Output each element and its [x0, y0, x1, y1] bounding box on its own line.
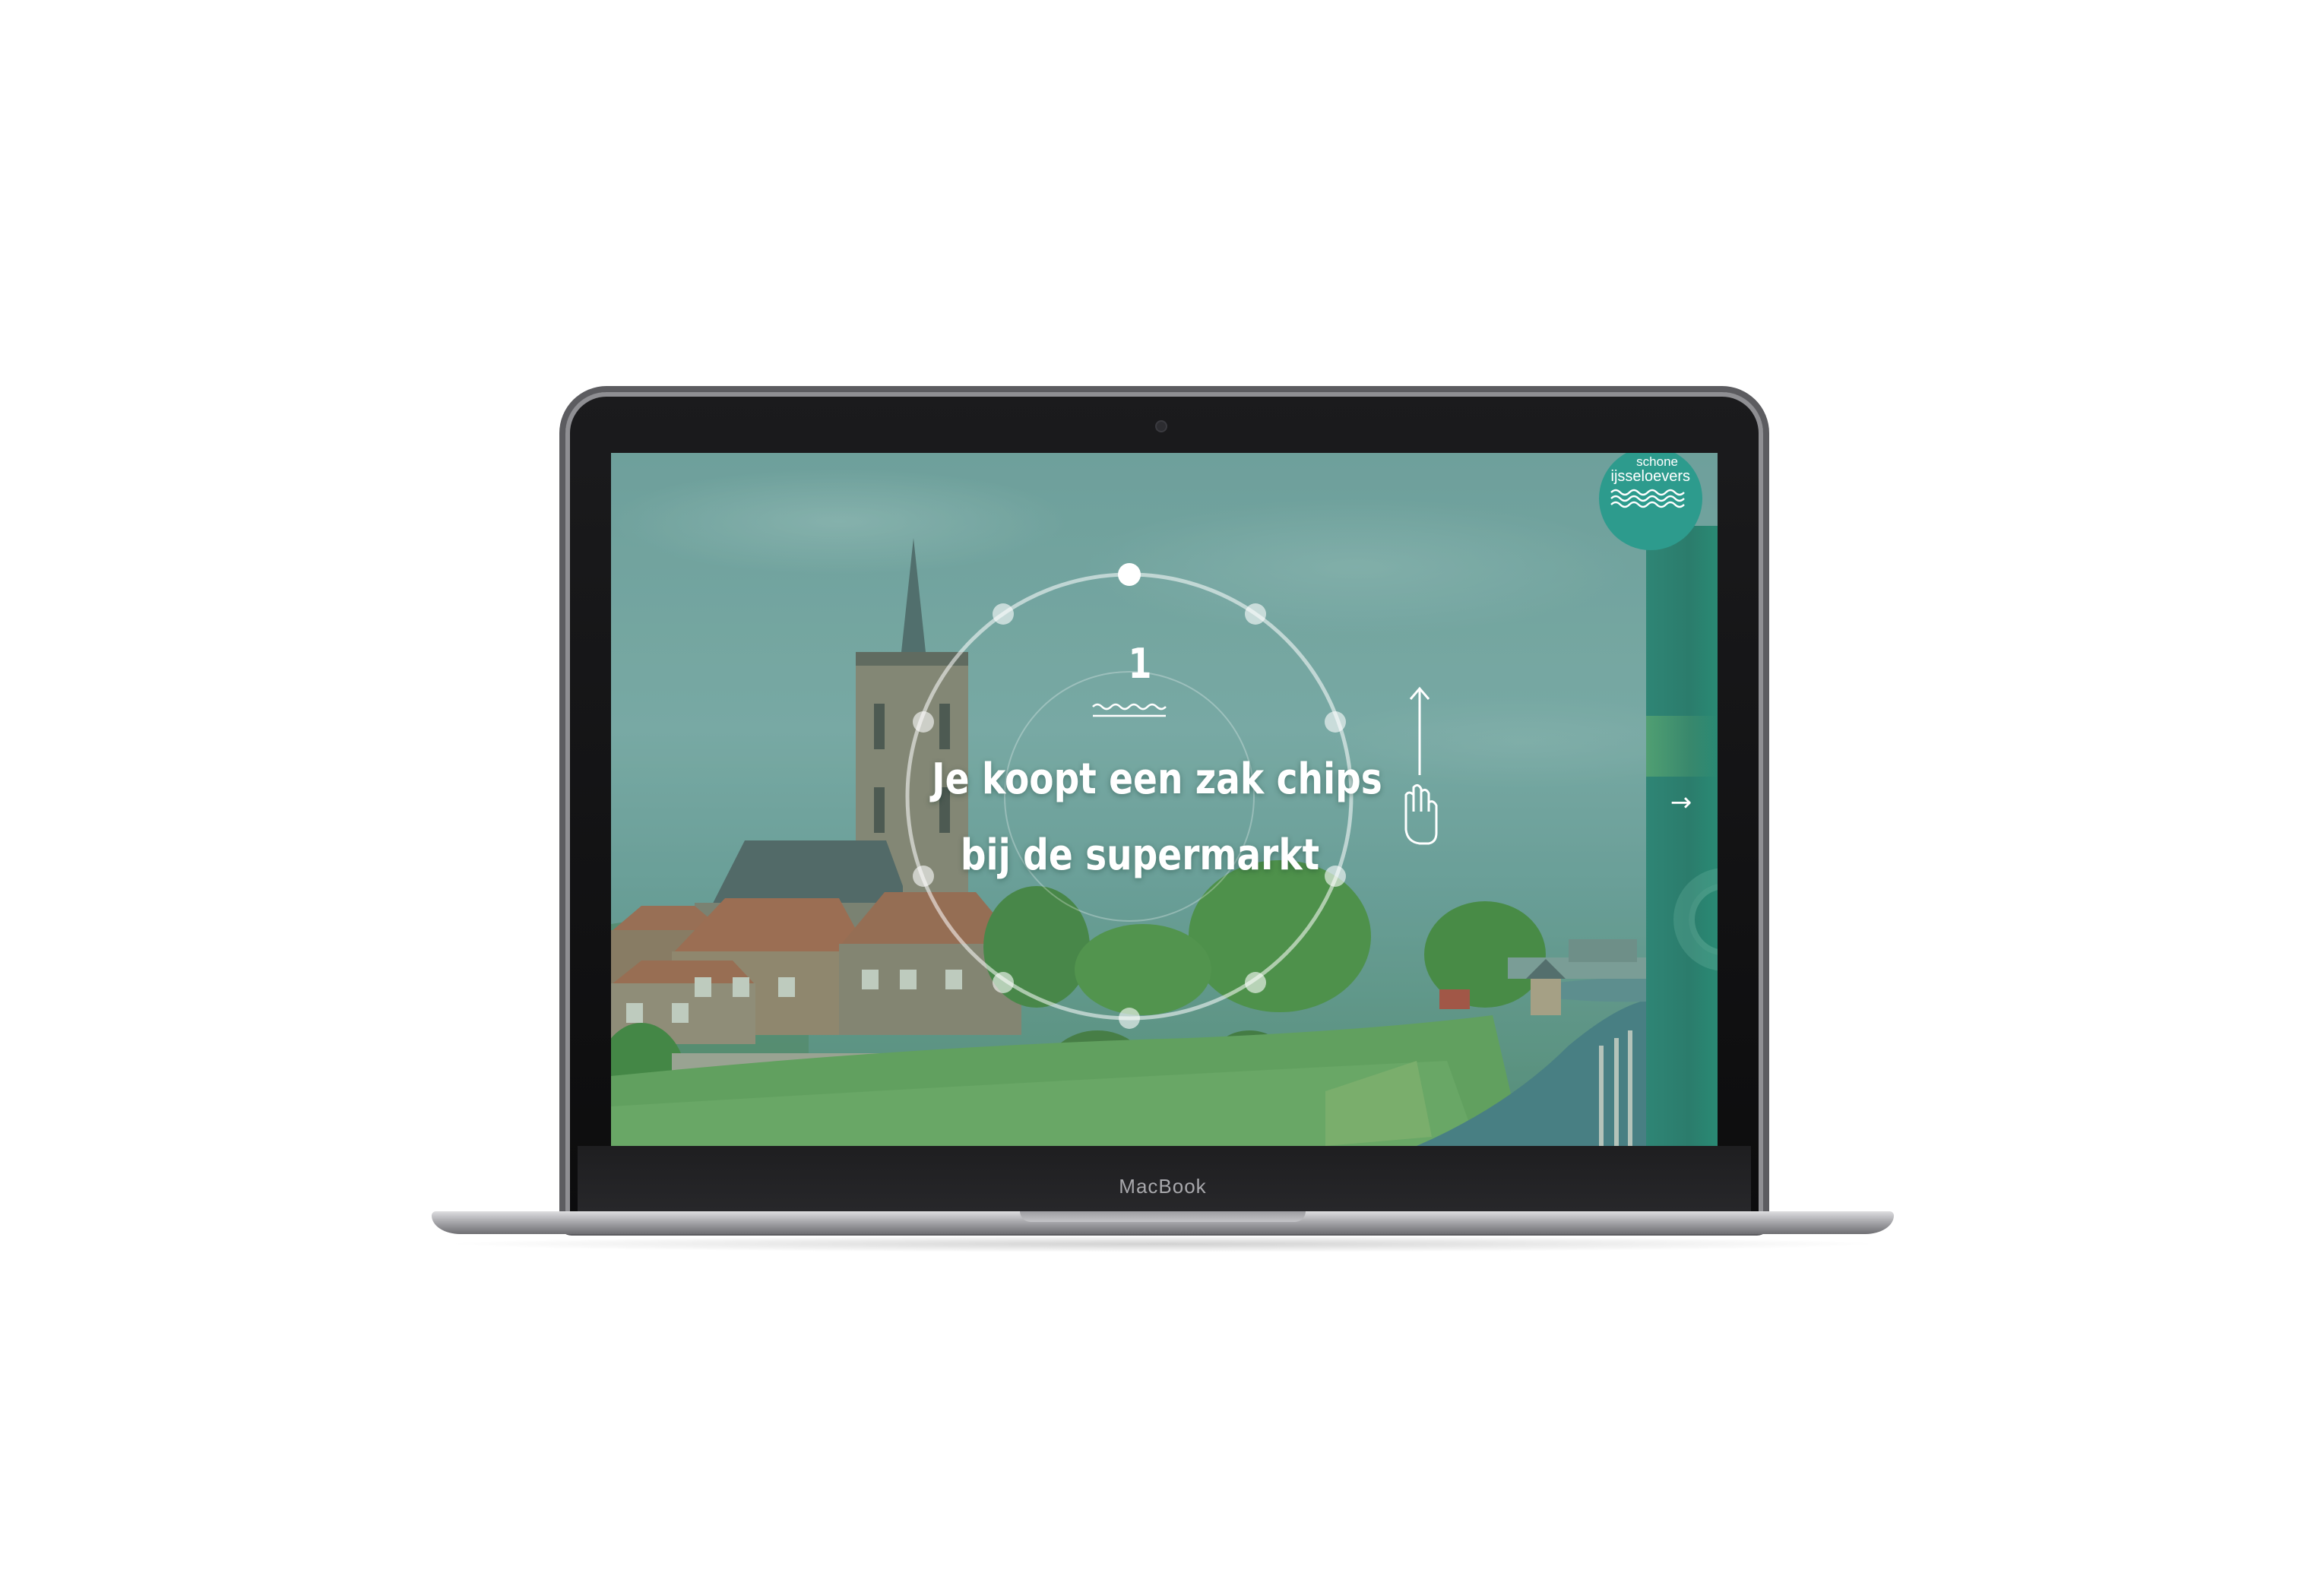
- slide-headline: Je koopt een zak chips bij de supermarkt: [892, 742, 1388, 894]
- laptop-shadow: [441, 1236, 1885, 1252]
- step-dot: [993, 603, 1014, 625]
- waves-icon: [1092, 703, 1167, 717]
- arrow-up-icon: [1409, 686, 1430, 775]
- step-dot: [1325, 711, 1346, 733]
- step-dot: [1245, 972, 1266, 993]
- laptop-brand-label: MacBook: [1119, 1175, 1207, 1198]
- webcam: [1157, 422, 1166, 431]
- step-dot: [993, 972, 1014, 993]
- headline-line-1: Je koopt een zak chips: [932, 755, 1382, 804]
- step-dot: [1119, 1008, 1140, 1029]
- headline-line-2: bij de supermarkt: [960, 831, 1320, 880]
- step-dot: [913, 711, 934, 733]
- laptop-screen: → schone ijsseloevers 1 Je koopt een zak…: [611, 453, 1718, 1146]
- laptop-hinge-notch: [1020, 1211, 1306, 1222]
- step-dot: [1245, 603, 1266, 625]
- step-number: 1: [1128, 640, 1152, 688]
- step-dot-active: [1118, 563, 1141, 586]
- hand-icon: [1404, 783, 1438, 845]
- swipe-up-hint[interactable]: [1389, 681, 1450, 848]
